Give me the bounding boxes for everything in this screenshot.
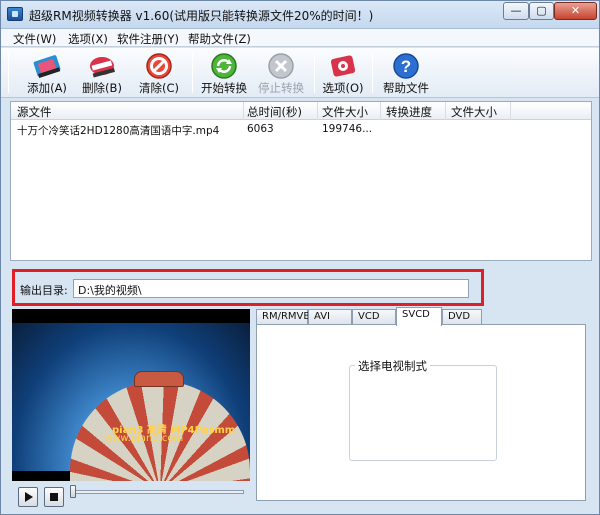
toolbar-separator: [372, 53, 373, 93]
output-directory-field[interactable]: D:\我的视频\: [73, 279, 469, 298]
video-preview: pian3 高清 MP4Pasmm www.pian3.com: [12, 309, 250, 481]
menu-options[interactable]: 选项(X): [68, 31, 108, 47]
delete-button[interactable]: 删除(B): [73, 51, 131, 97]
output-directory-highlight: 输出目录: D:\我的视频\: [12, 269, 484, 306]
seek-handle[interactable]: [70, 485, 76, 498]
clear-icon: [146, 53, 172, 79]
tv-standard-group-title: 选择电视制式: [355, 358, 430, 374]
file-list-header: 源文件 总时间(秒) 文件大小 转换进度 文件大小: [11, 102, 591, 120]
svcd-tab-panel: 选择电视制式: [256, 324, 586, 501]
row-size: 199746...: [322, 123, 373, 135]
add-button[interactable]: 添加(A): [18, 51, 76, 97]
app-icon[interactable]: [7, 7, 23, 21]
help-label: 帮助文件: [383, 81, 429, 95]
stop-convert-icon: [268, 53, 294, 79]
window-title: 超级RM视频转换器 v1.60(试用版只能转换源文件20%的时间！): [29, 9, 374, 23]
main-window: 超级RM视频转换器 v1.60(试用版只能转换源文件20%的时间！) — ▢ ✕…: [0, 0, 600, 515]
tv-standard-group: [349, 365, 497, 461]
start-convert-label: 开始转换: [201, 81, 247, 95]
close-button[interactable]: ✕: [554, 2, 597, 20]
start-convert-icon: [211, 53, 237, 79]
menu-file[interactable]: 文件(W): [13, 31, 56, 47]
stop-icon: [50, 493, 58, 501]
row-duration: 6063: [247, 123, 274, 135]
playback-controls: [12, 483, 250, 511]
column-progress[interactable]: 转换进度: [386, 104, 432, 120]
clear-label: 清除(C): [138, 81, 179, 95]
file-list[interactable]: 源文件 总时间(秒) 文件大小 转换进度 文件大小 十万个冷笑话2HD1280高…: [10, 101, 592, 261]
film-delete-icon: [90, 57, 115, 78]
stop-button[interactable]: [44, 487, 64, 507]
add-label: 添加(A): [27, 81, 67, 95]
preview-watermark-url: www.pian3.com: [104, 433, 184, 444]
toolbar-separator: [192, 53, 193, 93]
toolbar: 添加(A) 删除(B) 清除(C) 开始转换 停止转换 选项(O) ? 帮助文件: [1, 48, 599, 98]
film-add-icon: [33, 55, 61, 78]
tab-svcd[interactable]: SVCD: [396, 307, 442, 326]
output-directory-label: 输出目录:: [20, 284, 68, 297]
play-icon: [25, 492, 33, 502]
options-label: 选项(O): [322, 81, 364, 95]
toolbar-grip: [8, 53, 9, 93]
delete-label: 删除(B): [82, 81, 122, 95]
menu-bar: 文件(W) 选项(X) 软件注册(Y) 帮助文件(Z): [1, 29, 599, 47]
tab-rm-rmvb[interactable]: RM/RMVB: [256, 309, 310, 325]
clear-button[interactable]: 清除(C): [130, 51, 188, 97]
column-size[interactable]: 文件大小: [322, 104, 368, 120]
column-output-size[interactable]: 文件大小: [451, 104, 497, 120]
start-convert-button[interactable]: 开始转换: [195, 51, 253, 97]
options-button[interactable]: 选项(O): [314, 51, 372, 97]
column-source-file[interactable]: 源文件: [17, 104, 52, 120]
minimize-button[interactable]: —: [503, 2, 529, 20]
seek-bar[interactable]: [74, 490, 244, 494]
preview-frame-dome-top: [134, 371, 184, 387]
maximize-button[interactable]: ▢: [529, 2, 554, 20]
play-button[interactable]: [18, 487, 38, 507]
menu-help[interactable]: 帮助文件(Z): [188, 31, 251, 47]
svg-text:?: ?: [401, 57, 411, 76]
options-icon: [330, 55, 356, 77]
format-tabs: RM/RMVB AVI VCD SVCD DVD: [256, 307, 586, 326]
title-bar[interactable]: 超级RM视频转换器 v1.60(试用版只能转换源文件20%的时间！) — ▢ ✕: [1, 1, 599, 29]
column-duration[interactable]: 总时间(秒): [247, 104, 302, 120]
row-source-file: 十万个冷笑话2HD1280高清国语中字.mp4: [17, 125, 220, 137]
menu-register[interactable]: 软件注册(Y): [117, 31, 179, 47]
help-icon: ?: [393, 53, 419, 79]
tab-avi[interactable]: AVI: [308, 309, 352, 325]
stop-convert-label: 停止转换: [258, 81, 304, 95]
tab-dvd[interactable]: DVD: [442, 309, 482, 325]
tab-vcd[interactable]: VCD: [352, 309, 396, 325]
stop-convert-button[interactable]: 停止转换: [252, 51, 310, 97]
table-row[interactable]: 十万个冷笑话2HD1280高清国语中字.mp4 6063 199746...: [11, 122, 591, 138]
help-button[interactable]: ? 帮助文件: [377, 51, 435, 97]
